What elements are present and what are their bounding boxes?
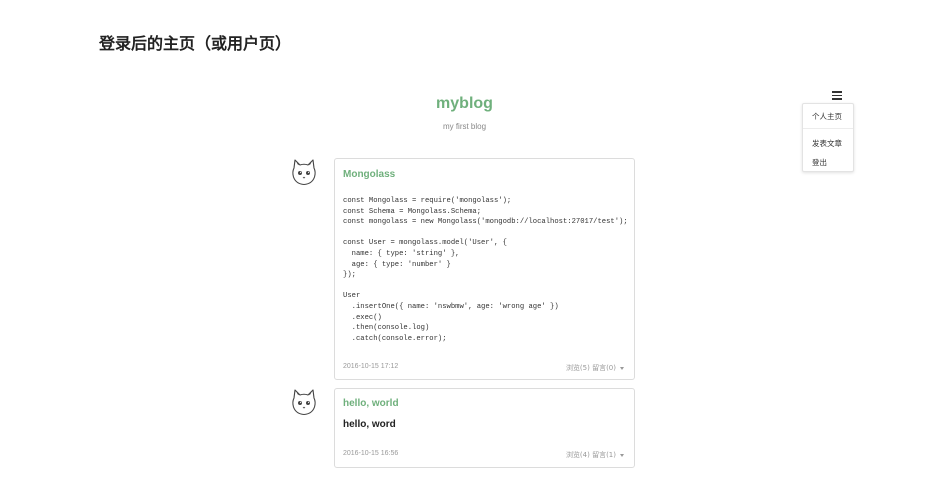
chevron-down-icon[interactable] xyxy=(620,453,624,457)
post-content-code: const Mongolass = require('mongolass'); … xyxy=(343,197,627,343)
post-card: Mongolass const Mongolass = require('mon… xyxy=(334,158,635,380)
blog-subtitle: my first blog xyxy=(442,122,487,131)
menu-divider xyxy=(803,128,853,129)
post-date: 2016-10-15 17:12 xyxy=(343,363,399,370)
cat-avatar-icon[interactable] xyxy=(291,388,317,416)
post-card: hello, world hello, word 2016-10-15 16:5… xyxy=(334,388,635,468)
blog-title[interactable]: myblog xyxy=(0,95,929,113)
post-content: hello, word xyxy=(343,419,396,430)
cat-avatar-icon[interactable] xyxy=(291,158,317,186)
menu-item-logout[interactable]: 登出 xyxy=(812,157,827,168)
post-stats-text: 浏览(5) 留言(0) xyxy=(565,364,616,372)
user-dropdown-menu: 个人主页 发表文章 登出 xyxy=(802,103,854,172)
hamburger-icon[interactable] xyxy=(832,91,842,100)
chevron-down-icon[interactable] xyxy=(620,366,624,370)
page: 登录后的主页（或用户页） myblog my first blog 个人主页 发… xyxy=(0,0,929,483)
post-title[interactable]: hello, world xyxy=(343,398,399,409)
post-stats-text: 浏览(4) 留言(1) xyxy=(565,451,616,459)
post-date: 2016-10-15 16:56 xyxy=(343,450,399,457)
post-stats: 浏览(4) 留言(1) xyxy=(566,450,624,460)
post-title[interactable]: Mongolass xyxy=(343,169,395,180)
post-stats: 浏览(5) 留言(0) xyxy=(566,363,624,373)
page-heading: 登录后的主页（或用户页） xyxy=(99,34,292,53)
menu-item-profile[interactable]: 个人主页 xyxy=(812,111,842,122)
menu-item-new-post[interactable]: 发表文章 xyxy=(812,138,842,149)
